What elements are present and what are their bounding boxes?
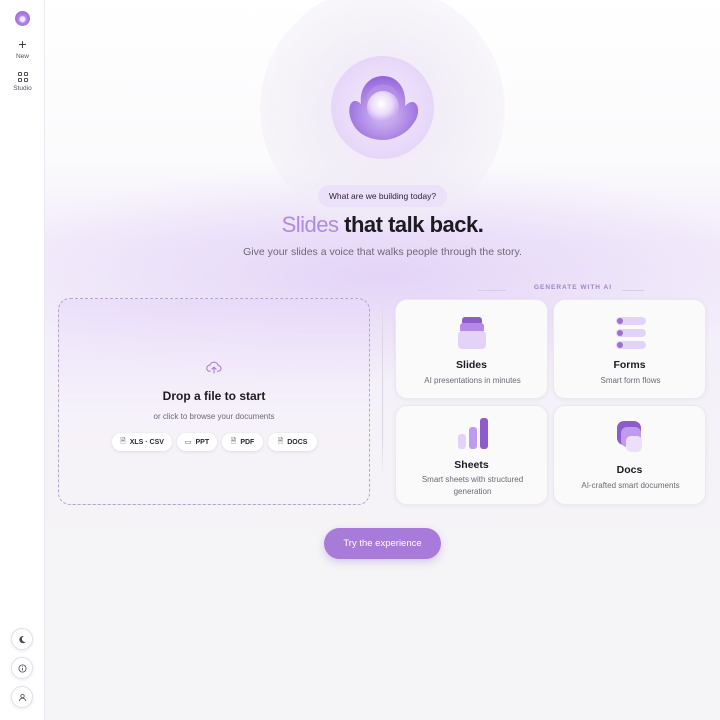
card-subtitle: AI-crafted smart documents: [581, 481, 680, 490]
studio-label: Studio: [13, 85, 32, 92]
cloud-upload-icon: [206, 361, 222, 374]
slides-stack-icon: [458, 317, 486, 349]
grid-icon: [17, 72, 28, 82]
card-title: Docs: [616, 464, 643, 476]
file-dropzone[interactable]: Drop a file to start or click to browse …: [58, 298, 370, 505]
file-icon: 🗎: [230, 437, 237, 445]
file-icon: 🗎: [120, 437, 126, 445]
app-logo[interactable]: [15, 11, 30, 26]
bar-chart-icon: [458, 418, 488, 449]
card-title: Slides: [456, 359, 487, 371]
moon-icon: [18, 635, 26, 643]
flower-orb-icon: [349, 76, 419, 140]
prompt-pill: What are we building today?: [318, 185, 447, 207]
card-subtitle: Smart sheets with structured generation: [421, 475, 524, 496]
card-title: Sheets: [454, 459, 489, 471]
studio-button[interactable]: Studio: [0, 72, 45, 92]
card-title: Forms: [613, 359, 646, 371]
card-subtitle: AI presentations in minutes: [424, 376, 521, 385]
generate-section-label: GENERATE WITH AI: [533, 284, 613, 291]
form-fields-icon: [616, 317, 646, 349]
new-label: New: [15, 53, 29, 60]
label-rule-right: [622, 290, 644, 291]
info-icon: [17, 663, 27, 673]
profile-button[interactable]: [11, 686, 33, 708]
page-title: Slides that talk back.: [45, 209, 720, 241]
chip-pdf[interactable]: 🗎 PDF: [222, 433, 263, 451]
sidebar: + New Studio: [0, 0, 45, 720]
theme-toggle-button[interactable]: [11, 628, 33, 650]
card-slides[interactable]: Slides AI presentations in minutes: [395, 299, 548, 399]
headline-rest: that talk back.: [338, 212, 484, 237]
dropzone-title: Drop a file to start: [162, 389, 266, 403]
card-subtitle: Smart form flows: [600, 376, 661, 385]
card-sheets[interactable]: Sheets Smart sheets with structured gene…: [395, 405, 548, 505]
file-icon: 🗎: [277, 437, 284, 445]
headline-accent: Slides: [281, 212, 339, 237]
monitor-icon: ▭: [184, 439, 192, 446]
try-experience-button[interactable]: Try the experience: [324, 528, 441, 559]
chip-ppt[interactable]: ▭ PPT: [177, 433, 217, 451]
new-button[interactable]: + New: [0, 37, 45, 60]
chip-label: PDF: [240, 438, 255, 446]
plus-icon: +: [18, 36, 27, 52]
chip-docs[interactable]: 🗎 DOCS: [268, 433, 317, 451]
documents-icon: [617, 421, 642, 452]
info-button[interactable]: [11, 657, 33, 679]
dropzone-subtitle: or click to browse your documents: [153, 412, 275, 421]
user-icon: [18, 693, 26, 701]
main-area: What are we building today? Slides that …: [45, 0, 720, 720]
chip-label: PPT: [195, 438, 210, 446]
page-subtitle: Give your slides a voice that walks peop…: [243, 246, 522, 258]
chip-label: DOCS: [287, 438, 308, 446]
chip-label: XLS · CSV: [129, 438, 164, 446]
section-divider: [382, 296, 383, 476]
chip-xls-csv[interactable]: 🗎 XLS · CSV: [112, 433, 172, 451]
card-docs[interactable]: Docs AI-crafted smart documents: [553, 405, 706, 505]
card-forms[interactable]: Forms Smart form flows: [553, 299, 706, 399]
